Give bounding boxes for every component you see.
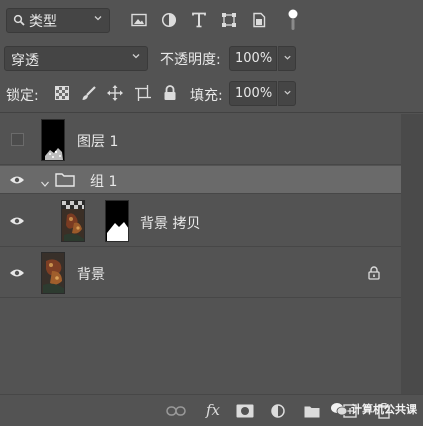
lock-image-icon[interactable] xyxy=(79,83,99,103)
layer-row-layer-1[interactable]: 图层 1 xyxy=(0,114,401,165)
layer-row-background-copy[interactable]: 背景 拷贝 xyxy=(0,195,401,247)
layers-list: 图层 1 组 1 背景 拷贝 背景 xyxy=(0,114,401,298)
opacity-dropdown-button[interactable] xyxy=(278,46,296,71)
lock-artboard-icon[interactable] xyxy=(133,83,153,103)
visibility-toggle[interactable] xyxy=(0,114,34,165)
fill-input[interactable]: 100% xyxy=(229,81,277,106)
layer-name[interactable]: 图层 1 xyxy=(77,131,118,151)
adjustment-filter-icon[interactable] xyxy=(159,10,179,30)
layer-thumbnail xyxy=(41,252,65,294)
link-layers-icon[interactable] xyxy=(166,402,186,420)
watermark-text: 计算机公共课 xyxy=(351,403,417,416)
filter-kind-select[interactable]: 类型 xyxy=(6,8,110,33)
opacity-input[interactable]: 100% xyxy=(229,46,277,71)
layer-row-group-1[interactable]: 组 1 xyxy=(0,166,401,194)
adjustment-layer-icon[interactable] xyxy=(268,402,288,420)
visibility-toggle[interactable] xyxy=(0,166,34,194)
chevron-down-icon[interactable] xyxy=(40,174,50,193)
layer-name[interactable]: 组 1 xyxy=(90,171,117,191)
chevron-down-icon xyxy=(283,55,291,60)
toolbar-divider xyxy=(0,112,423,113)
fill-label: 填充: xyxy=(190,88,223,104)
layer-thumbnail xyxy=(41,119,65,161)
layer-name[interactable]: 背景 拷贝 xyxy=(140,213,200,233)
fx-label: fx xyxy=(205,401,220,419)
add-mask-icon[interactable] xyxy=(235,402,255,420)
fill-dropdown-button[interactable] xyxy=(278,81,296,106)
filter-kind-label: 类型 xyxy=(29,13,57,30)
wechat-icon xyxy=(331,403,348,416)
shape-filter-icon[interactable] xyxy=(219,10,239,30)
visibility-toggle[interactable] xyxy=(0,248,34,298)
opacity-label: 不透明度: xyxy=(160,52,221,68)
type-filter-icon[interactable] xyxy=(189,10,209,30)
eye-icon xyxy=(10,217,24,225)
layer-row-background[interactable]: 背景 xyxy=(0,248,401,298)
chevron-down-icon xyxy=(283,90,291,95)
visibility-toggle[interactable] xyxy=(0,195,34,247)
eye-icon xyxy=(10,176,24,184)
smart-object-filter-icon[interactable] xyxy=(249,10,269,30)
layer-style-icon[interactable]: fx xyxy=(201,401,225,419)
blend-mode-value: 穿透 xyxy=(11,53,39,69)
chevron-down-icon xyxy=(131,51,141,64)
image-filter-icon[interactable] xyxy=(129,10,149,30)
lock-position-icon[interactable] xyxy=(105,83,125,103)
search-icon xyxy=(13,11,25,30)
watermark: 计算机公共课 xyxy=(330,401,417,417)
chevron-down-icon xyxy=(93,13,103,26)
layer-name[interactable]: 背景 xyxy=(77,264,105,284)
layer-mask-thumbnail[interactable] xyxy=(105,200,129,242)
lock-icon xyxy=(368,265,380,284)
layer-thumbnail xyxy=(61,200,85,242)
folder-icon xyxy=(55,172,75,191)
eye-icon xyxy=(10,269,24,277)
visibility-off-icon xyxy=(10,133,24,146)
lock-all-icon[interactable] xyxy=(160,83,180,103)
layers-panel: 类型 穿透 不透明度: 100% 锁定: 填充: 100% 图层 1 组 1 背… xyxy=(0,0,423,426)
layers-scrollbar[interactable] xyxy=(401,114,423,394)
filter-toggle-icon[interactable] xyxy=(282,7,304,33)
blend-mode-select[interactable]: 穿透 xyxy=(4,46,148,71)
lock-label: 锁定: xyxy=(6,88,39,104)
lock-transparent-icon[interactable] xyxy=(52,83,72,103)
new-group-icon[interactable] xyxy=(302,402,322,420)
